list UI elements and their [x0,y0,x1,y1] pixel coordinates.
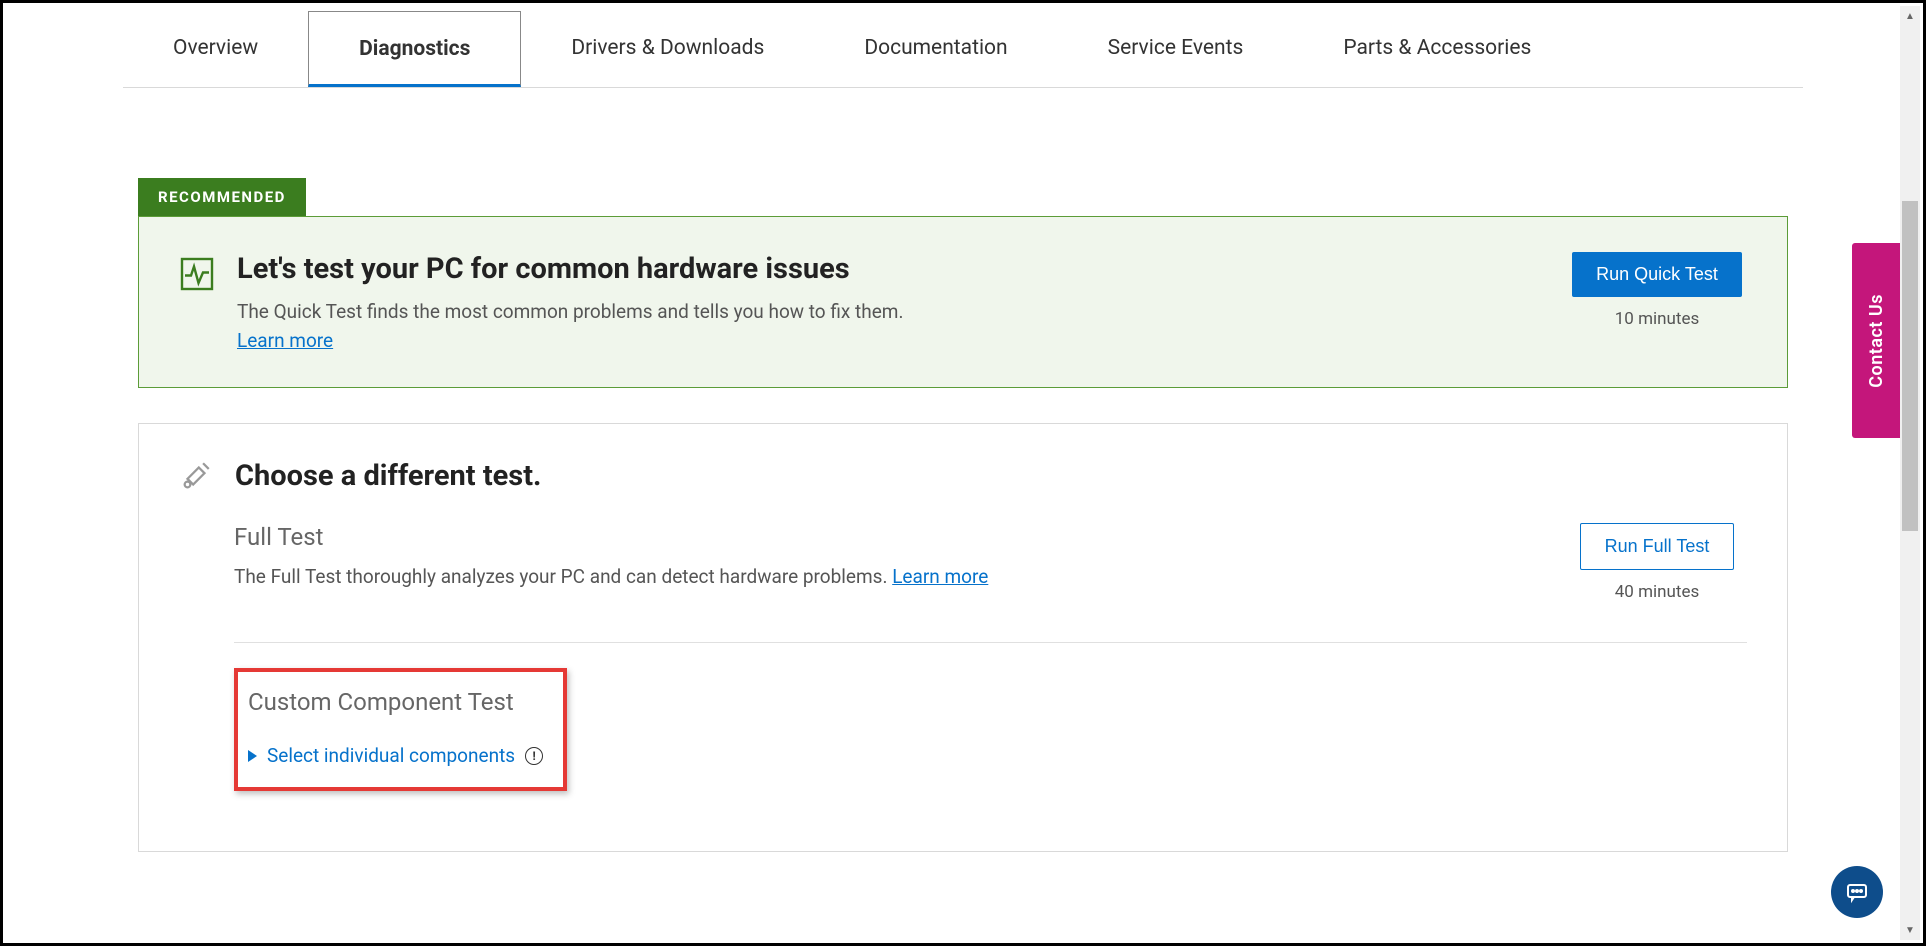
contact-us-tab[interactable]: Contact Us [1852,243,1900,438]
tab-documentation[interactable]: Documentation [814,11,1057,87]
quick-test-learn-more-link[interactable]: Learn more [237,329,333,352]
scroll-down-arrow-icon[interactable]: ▼ [1900,920,1920,940]
tools-icon [179,459,213,493]
scrollbar[interactable]: ▲ ▼ [1900,6,1920,940]
quick-test-duration: 10 minutes [1615,309,1699,329]
quick-test-card: Let's test your PC for common hardware i… [138,216,1788,388]
quick-test-desc: The Quick Test finds the most common pro… [237,300,903,323]
tab-drivers-downloads[interactable]: Drivers & Downloads [521,11,814,87]
chat-fab[interactable] [1831,866,1883,918]
divider [234,642,1747,643]
run-full-test-button[interactable]: Run Full Test [1580,523,1735,570]
tab-strip: Overview Diagnostics Drivers & Downloads… [123,3,1803,88]
full-test-title: Full Test [234,523,988,551]
contact-us-label: Contact Us [1866,294,1887,388]
highlight-annotation: Custom Component Test Select individual … [234,668,567,791]
choose-different-test-card: Choose a different test. Full Test The F… [138,423,1788,852]
run-quick-test-button[interactable]: Run Quick Test [1572,252,1742,297]
tab-overview[interactable]: Overview [123,11,308,87]
heartbeat-icon [179,256,215,292]
select-components-link[interactable]: Select individual components ! [248,744,543,767]
recommended-badge: RECOMMENDED [138,178,306,216]
full-test-duration: 40 minutes [1615,582,1699,602]
full-test-desc: The Full Test thoroughly analyzes your P… [234,565,988,588]
select-components-label: Select individual components [267,744,515,767]
choose-different-title: Choose a different test. [235,459,541,493]
quick-test-title: Let's test your PC for common hardware i… [237,252,903,286]
info-icon[interactable]: ! [525,747,543,765]
tab-parts-accessories[interactable]: Parts & Accessories [1293,11,1581,87]
tab-diagnostics[interactable]: Diagnostics [308,11,521,87]
tab-service-events[interactable]: Service Events [1058,11,1294,87]
scroll-up-arrow-icon[interactable]: ▲ [1900,6,1920,26]
chat-icon [1845,880,1869,904]
expand-triangle-icon [248,750,257,762]
scroll-thumb[interactable] [1902,201,1918,531]
custom-test-title: Custom Component Test [248,688,543,716]
full-test-learn-more-link[interactable]: Learn more [892,565,988,588]
